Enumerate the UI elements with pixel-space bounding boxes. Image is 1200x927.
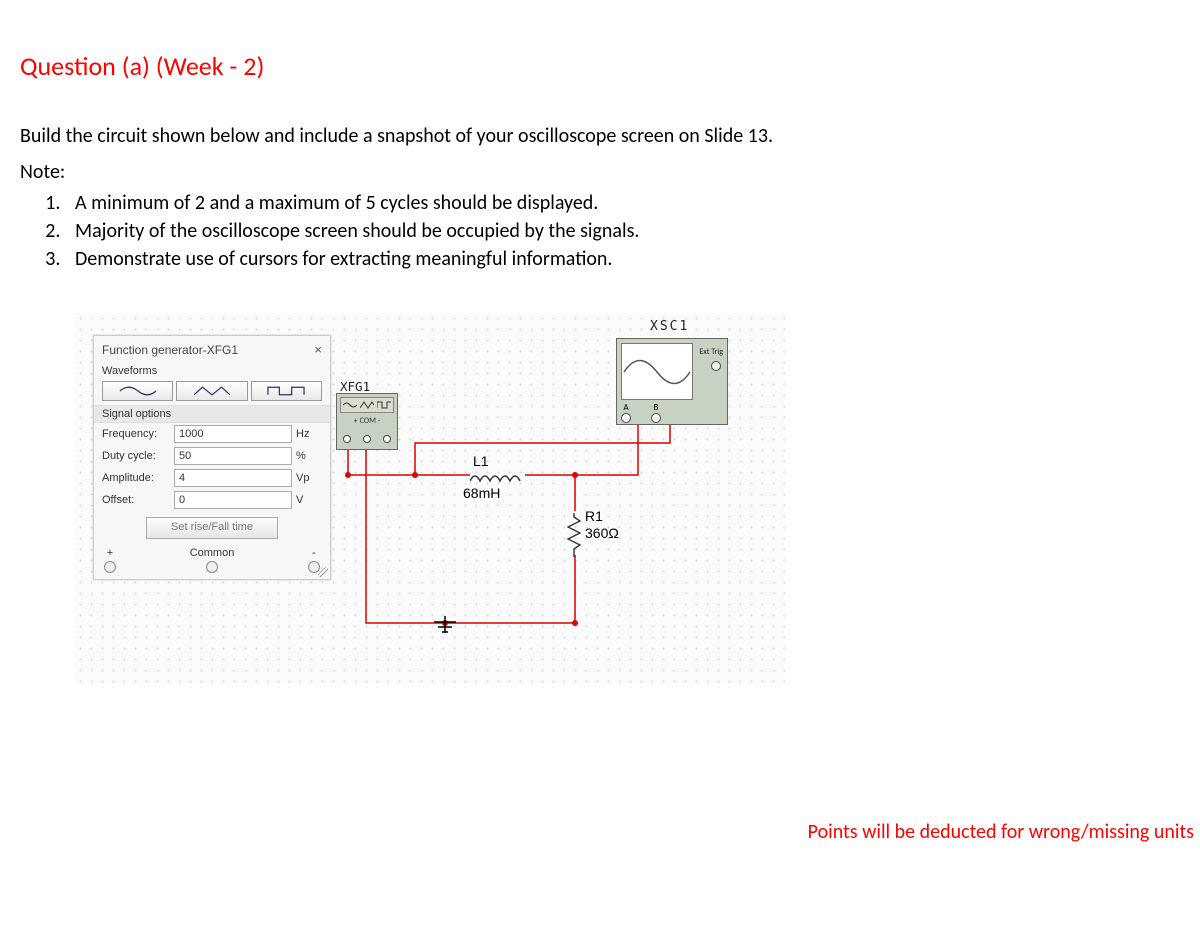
scope-screen-icon bbox=[621, 343, 693, 400]
frequency-input[interactable]: 1000 bbox=[174, 425, 292, 443]
note-item-2: Majority of the oscilloscope screen shou… bbox=[65, 217, 1180, 245]
offset-label: Offset: bbox=[102, 494, 170, 506]
duty-cycle-input[interactable]: 50 bbox=[174, 447, 292, 465]
ground-icon bbox=[430, 616, 460, 643]
note-item-3: Demonstrate use of cursors for extractin… bbox=[65, 245, 1180, 273]
xfg-minus-pin-icon bbox=[383, 435, 391, 443]
resistor-icon bbox=[567, 513, 581, 553]
xsc1-instrument-icon[interactable]: Ext Trig A B bbox=[616, 338, 728, 425]
function-generator-dialog[interactable]: Function generator-XFG1 × Waveforms Sign… bbox=[93, 335, 331, 580]
amplitude-unit: Vp bbox=[296, 472, 322, 484]
offset-input[interactable]: 0 bbox=[174, 491, 292, 509]
footer-warning: Points will be deducted for wrong/missin… bbox=[808, 820, 1194, 844]
waveforms-label: Waveforms bbox=[94, 363, 330, 379]
ch-b-pin-icon bbox=[651, 413, 661, 423]
square-wave-button[interactable] bbox=[251, 381, 322, 401]
amplitude-label: Amplitude: bbox=[102, 472, 170, 484]
circuit-diagram: Function generator-XFG1 × Waveforms Sign… bbox=[75, 313, 785, 683]
fg-title-text: Function generator-XFG1 bbox=[102, 343, 238, 357]
ext-trig-label: Ext Trig bbox=[699, 347, 723, 357]
close-icon[interactable]: × bbox=[314, 342, 322, 357]
r1-value: 360Ω bbox=[585, 525, 619, 541]
frequency-label: Frequency: bbox=[102, 428, 170, 440]
xfg-com-pin-icon bbox=[363, 435, 371, 443]
terminal-plus[interactable]: + bbox=[104, 547, 116, 573]
notes-list: A minimum of 2 and a maximum of 5 cycles… bbox=[20, 189, 1180, 273]
set-rise-fall-button[interactable]: Set rise/Fall time bbox=[146, 517, 278, 539]
amplitude-input[interactable]: 4 bbox=[174, 469, 292, 487]
plus-pin-icon bbox=[104, 561, 116, 573]
note-item-1: A minimum of 2 and a maximum of 5 cycles… bbox=[65, 189, 1180, 217]
resize-grip-icon[interactable] bbox=[318, 567, 328, 577]
ext-trig-pin-icon bbox=[711, 361, 721, 371]
signal-options-label: Signal options bbox=[94, 405, 330, 423]
note-label: Note: bbox=[20, 160, 1180, 184]
sine-wave-button[interactable] bbox=[102, 381, 173, 401]
xfg1-label: XFG1 bbox=[340, 379, 370, 394]
common-pin-icon bbox=[206, 561, 218, 573]
xfg-wave-icons bbox=[340, 397, 394, 413]
xfg1-instrument-icon[interactable]: + COM - bbox=[336, 393, 398, 450]
xsc1-label: XSC1 bbox=[650, 319, 689, 334]
scope-channel-b: B bbox=[651, 402, 661, 423]
scope-channel-a: A bbox=[621, 402, 631, 423]
terminal-common[interactable]: Common bbox=[190, 547, 235, 573]
question-title: Question (a) (Week - 2) bbox=[20, 50, 1180, 82]
r1-name: R1 bbox=[585, 508, 603, 524]
duty-cycle-label: Duty cycle: bbox=[102, 450, 170, 462]
frequency-unit: Hz bbox=[296, 428, 322, 440]
l1-value: 68mH bbox=[463, 485, 500, 501]
ch-a-pin-icon bbox=[621, 413, 631, 423]
instruction-text: Build the circuit shown below and includ… bbox=[20, 122, 1180, 150]
xfg-terminal-row: + COM - bbox=[340, 415, 394, 427]
offset-unit: V bbox=[296, 494, 322, 506]
triangle-wave-button[interactable] bbox=[176, 381, 247, 401]
l1-name: L1 bbox=[473, 453, 489, 469]
xfg-plus-pin-icon bbox=[343, 435, 351, 443]
duty-cycle-unit: % bbox=[296, 450, 322, 462]
